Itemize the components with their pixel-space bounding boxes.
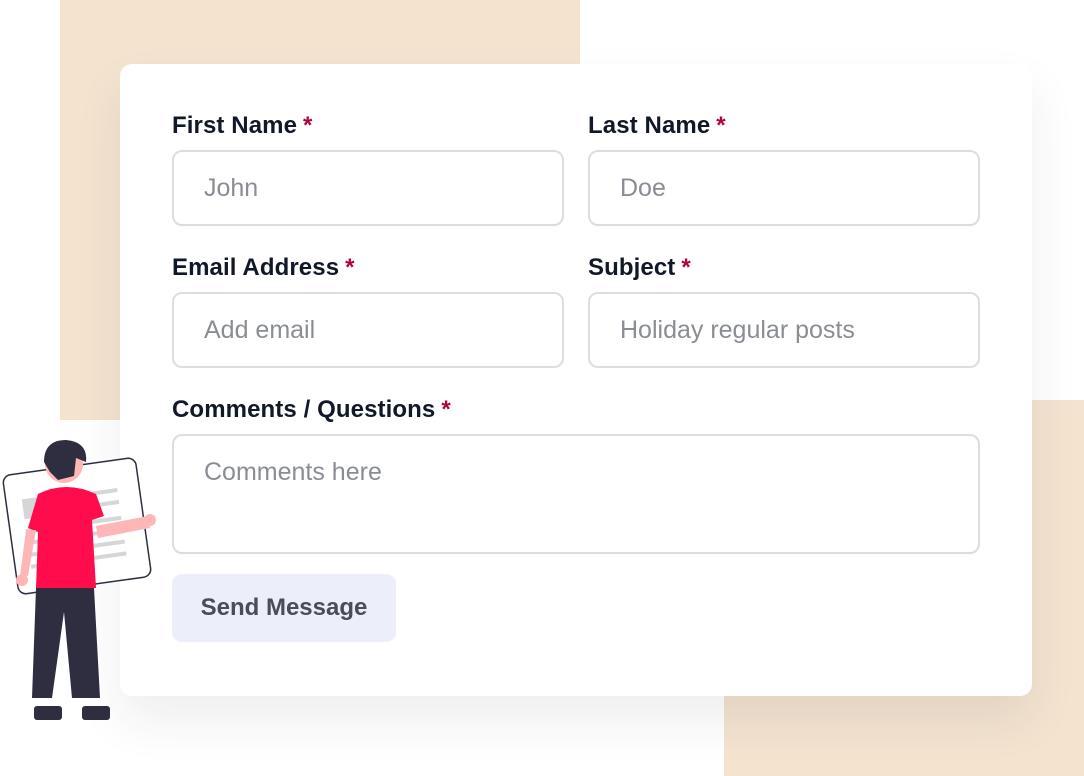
last-name-label-text: Last Name xyxy=(588,112,711,139)
comments-textarea[interactable] xyxy=(172,434,980,554)
required-marker: * xyxy=(303,112,313,139)
first-name-label-text: First Name xyxy=(172,112,298,139)
first-name-label: First Name * xyxy=(172,112,313,140)
email-label: Email Address * xyxy=(172,254,355,282)
comments-label: Comments / Questions * xyxy=(172,396,451,424)
last-name-label: Last Name * xyxy=(588,112,726,140)
comments-label-text: Comments / Questions xyxy=(172,396,436,423)
contact-page: First Name* Last Name* Email Address* Su… xyxy=(0,0,1084,776)
email-label-text: Email Address xyxy=(172,254,340,281)
subject-input[interactable] xyxy=(588,292,980,368)
required-marker: * xyxy=(441,396,451,423)
subject-label: Subject * xyxy=(588,254,691,282)
required-marker: * xyxy=(345,254,355,281)
subject-label-text: Subject xyxy=(588,254,676,281)
contact-form: First Name* Last Name* Email Address* Su… xyxy=(120,64,1032,696)
last-name-input[interactable] xyxy=(588,150,980,226)
required-marker: * xyxy=(681,254,691,281)
send-message-button[interactable]: Send Message xyxy=(172,574,396,642)
person-holding-document-illustration xyxy=(2,440,156,720)
first-name-input[interactable] xyxy=(172,150,564,226)
email-input[interactable] xyxy=(172,292,564,368)
required-marker: * xyxy=(716,112,726,139)
